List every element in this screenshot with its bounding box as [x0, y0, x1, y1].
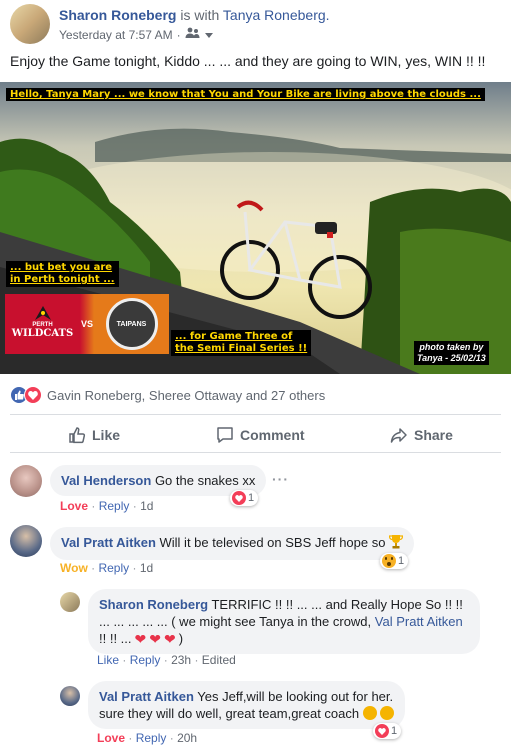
commenter-avatar[interactable]	[10, 525, 42, 557]
reply-bubble: Sharon Roneberg TERRIFIC !! !! ... ... a…	[88, 589, 480, 654]
more-options-icon[interactable]: ···	[272, 471, 289, 487]
love-reaction-icon	[232, 491, 246, 505]
share-icon	[390, 428, 407, 443]
reply-actions: Like · Reply · 23h · Edited	[97, 653, 236, 667]
like-link[interactable]: Like	[97, 653, 119, 667]
commenter-avatar[interactable]	[10, 465, 42, 497]
photo-game-caption: ... for Game Three of the Semi Final Seri…	[171, 330, 312, 356]
reaction-label[interactable]: Wow	[60, 561, 88, 575]
post-photo[interactable]: Hello, Tanya Mary ... we know that You a…	[0, 82, 511, 374]
reply-link[interactable]: Reply	[130, 653, 161, 667]
comment-reaction-count[interactable]: 1	[230, 490, 259, 506]
reply-time[interactable]: 23h	[171, 653, 191, 667]
trophy-emoji-icon	[388, 534, 404, 553]
post-header-line: Sharon Roneberg is with Tanya Roneberg.	[59, 7, 330, 23]
reply-author-avatar[interactable]	[60, 686, 80, 706]
thumbs-up-icon	[69, 427, 86, 444]
comment-author[interactable]: Val Pratt Aitken	[61, 535, 156, 550]
comment-icon	[217, 427, 233, 443]
share-button[interactable]: Share	[390, 426, 453, 444]
friends-audience-icon[interactable]	[185, 27, 201, 42]
edited-label[interactable]: Edited	[202, 653, 236, 667]
comment-author[interactable]: Val Henderson	[61, 473, 151, 488]
reply-author[interactable]: Sharon Roneberg	[99, 597, 208, 612]
heart-emoji-icon: ❤	[134, 630, 147, 647]
clapping-emoji-icon	[380, 706, 395, 720]
comment-actions: Wow · Reply · 1d	[60, 561, 154, 575]
post-meta: Yesterday at 7:57 AM ·	[59, 27, 213, 42]
reply-author[interactable]: Val Pratt Aitken	[99, 689, 194, 704]
like-button[interactable]: Like	[68, 426, 120, 444]
post-timestamp[interactable]: Yesterday at 7:57 AM	[59, 28, 173, 42]
reply-reaction-count[interactable]: 1	[373, 723, 402, 739]
reply-time[interactable]: 20h	[177, 731, 197, 745]
reply-link[interactable]: Reply	[99, 499, 130, 513]
photo-perth-caption: ... but bet you are in Perth tonight ...	[6, 261, 119, 287]
reply-link[interactable]: Reply	[98, 561, 129, 575]
reactions-summary[interactable]: Gavin Roneberg, Sheree Ottaway and 27 ot…	[10, 386, 325, 404]
mention-link[interactable]: Val Pratt Aitken	[375, 614, 463, 629]
vs-label: VS	[80, 294, 94, 354]
heart-emoji-icon: ❤	[149, 630, 161, 647]
comment-button[interactable]: Comment	[216, 426, 305, 444]
with-text: is with	[180, 7, 220, 23]
comment-time[interactable]: 1d	[140, 561, 153, 575]
comment-text: Go the snakes xx	[154, 473, 256, 488]
divider	[10, 452, 501, 453]
photo-banner-top: Hello, Tanya Mary ... we know that You a…	[6, 88, 485, 101]
wildcats-logo: PERTH WILDCATS	[5, 294, 80, 354]
heart-emoji-icon: ❤	[163, 630, 176, 647]
comment-reaction-count[interactable]: 1	[380, 553, 409, 569]
wow-reaction-icon	[382, 554, 396, 568]
comment-text: Will it be televised on SBS Jeff hope so	[159, 535, 386, 550]
reactions-text[interactable]: Gavin Roneberg, Sheree Ottaway and 27 ot…	[47, 388, 325, 403]
taipans-logo: TAIPANS	[94, 294, 169, 354]
team-logos: PERTH WILDCATS VS TAIPANS	[5, 294, 169, 354]
chevron-down-icon[interactable]	[204, 28, 213, 42]
reply-bubble: Val Pratt Aitken Yes Jeff,will be lookin…	[88, 681, 406, 729]
clapping-emoji-icon	[362, 706, 377, 720]
comment-time[interactable]: 1d	[140, 499, 153, 513]
reaction-label[interactable]: Love	[60, 499, 88, 513]
reply-actions: Love · Reply · 20h	[97, 731, 198, 745]
comment-bubble: Val Pratt Aitken Will it be televised on…	[50, 527, 415, 560]
reply-author-avatar[interactable]	[60, 592, 80, 612]
tagged-user[interactable]: Tanya Roneberg.	[223, 7, 330, 23]
love-reaction-icon	[24, 386, 42, 404]
reply-link[interactable]: Reply	[136, 731, 167, 745]
love-reaction-icon	[375, 724, 389, 738]
post-author-name[interactable]: Sharon Roneberg	[59, 7, 176, 23]
divider	[10, 414, 501, 415]
post-author-avatar[interactable]	[10, 4, 50, 44]
post-text: Enjoy the Game tonight, Kiddo ... ... an…	[10, 53, 486, 69]
reaction-label[interactable]: Love	[97, 731, 125, 745]
photo-credit: photo taken by Tanya - 25/02/13	[414, 341, 489, 365]
comment-actions: Love · Reply · 1d	[60, 499, 154, 513]
